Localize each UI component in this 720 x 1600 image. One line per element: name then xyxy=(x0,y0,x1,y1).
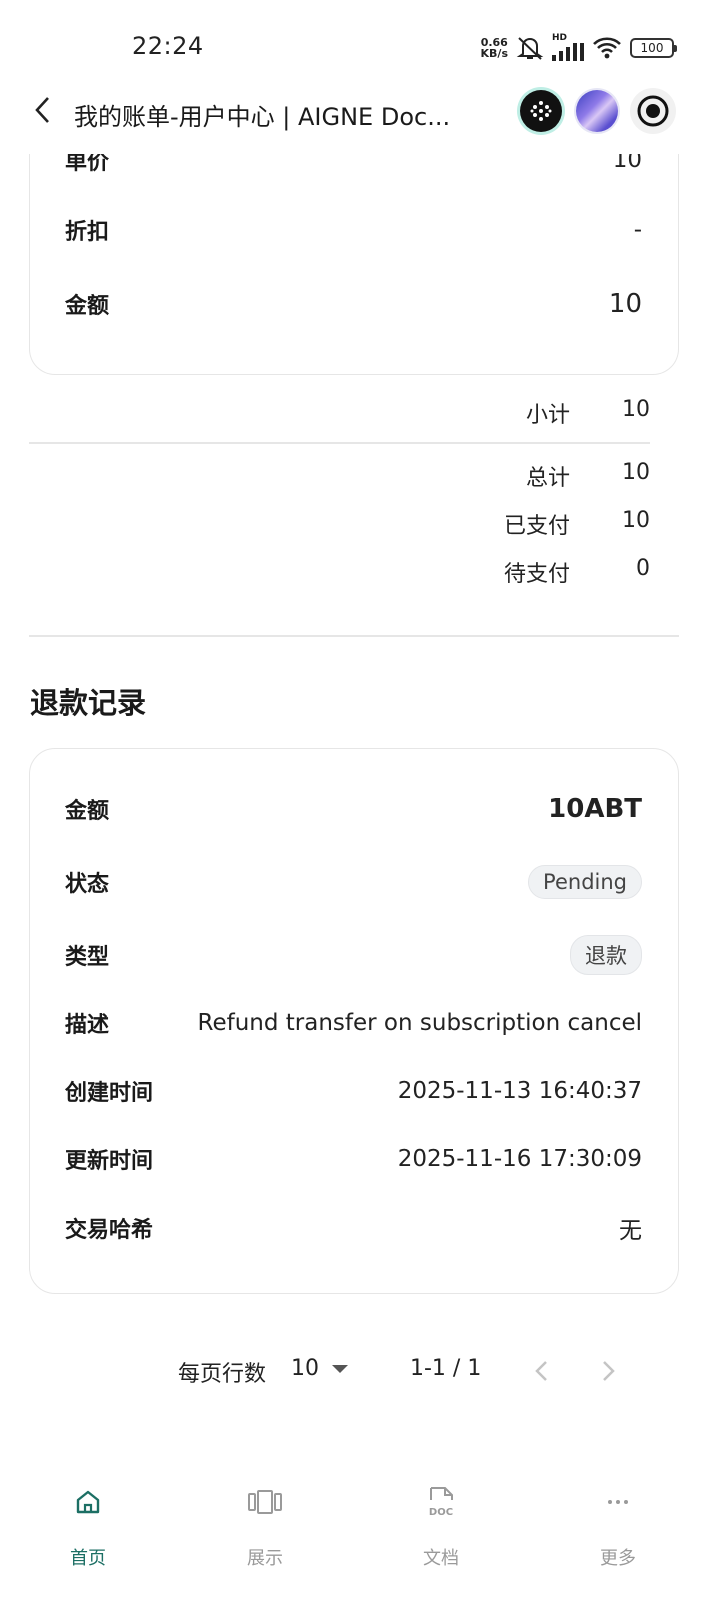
paid-label: 已支付 xyxy=(503,514,570,539)
due-row: 待支付 0 xyxy=(390,556,650,588)
total-label: 总计 xyxy=(525,466,570,491)
chevron-left-icon xyxy=(535,1361,547,1381)
refund-desc-value: Refund transfer on subscription cancel xyxy=(197,1010,642,1036)
record-icon xyxy=(637,95,669,127)
refund-updated-row: 更新时间 2025-11-16 17:30:09 xyxy=(65,1143,642,1175)
back-button[interactable] xyxy=(30,94,62,126)
refund-desc-label: 描述 xyxy=(65,1013,110,1038)
app-header: 我的账单-用户中心 | AIGNE Doc... xyxy=(0,80,720,154)
refund-type-label: 类型 xyxy=(65,945,110,970)
next-page-button[interactable] xyxy=(594,1356,624,1386)
status-badge: Pending xyxy=(528,865,642,899)
subtotal-label: 小计 xyxy=(525,403,570,428)
refund-hash-value: 无 xyxy=(619,1218,642,1244)
page-title: 我的账单-用户中心 | AIGNE Doc... xyxy=(74,103,451,131)
paid-row: 已支付 10 xyxy=(390,508,650,540)
subtotal-row: 小计 10 xyxy=(390,397,650,429)
dots-grid-icon xyxy=(530,101,552,121)
pagination: 每页行数 10 1-1 / 1 xyxy=(0,1350,720,1394)
summary-divider xyxy=(29,442,650,444)
rows-per-page-value: 10 xyxy=(291,1356,319,1381)
app-logo-button[interactable] xyxy=(520,90,562,132)
discount-row: 折扣 - xyxy=(65,214,642,246)
rows-per-page-label: 每页行数 xyxy=(178,1362,267,1387)
chevron-right-icon xyxy=(603,1361,615,1381)
amount-row: 金额 10 xyxy=(65,288,642,320)
due-value: 0 xyxy=(636,556,650,581)
paid-value: 10 xyxy=(622,508,650,533)
chevron-left-icon xyxy=(35,97,49,123)
refund-status-row: 状态 Pending xyxy=(65,865,642,899)
refund-section-title: 退款记录 xyxy=(30,686,147,720)
refund-hash-label: 交易哈希 xyxy=(65,1218,154,1243)
section-divider xyxy=(29,635,679,637)
refund-created-label: 创建时间 xyxy=(65,1081,154,1106)
page-range: 1-1 / 1 xyxy=(410,1356,482,1381)
refund-desc-row: 描述 Refund transfer on subscription cance… xyxy=(65,1007,642,1039)
discount-label: 折扣 xyxy=(65,220,110,245)
caret-down-icon xyxy=(332,1364,348,1373)
refund-updated-value: 2025-11-16 17:30:09 xyxy=(397,1146,642,1172)
refund-created-row: 创建时间 2025-11-13 16:40:37 xyxy=(65,1075,642,1107)
rows-per-page-select[interactable]: 10 xyxy=(291,1356,349,1381)
refund-updated-label: 更新时间 xyxy=(65,1149,154,1174)
total-row: 总计 10 xyxy=(390,460,650,492)
total-value: 10 xyxy=(622,460,650,485)
prev-page-button[interactable] xyxy=(526,1356,556,1386)
due-label: 待支付 xyxy=(503,562,570,587)
refund-type-row: 类型 退款 xyxy=(65,935,642,975)
refund-record-card: 金额 10ABT 状态 Pending 类型 退款 描述 Refund tran… xyxy=(29,748,679,1294)
subtotal-value: 10 xyxy=(622,397,650,422)
discount-value: - xyxy=(633,217,642,243)
amount-label: 金额 xyxy=(65,294,110,319)
page-content: 单价 10 折扣 - 金额 10 小计 10 总计 10 已支付 10 待支付 … xyxy=(0,0,720,1600)
refund-amount-value: 10ABT xyxy=(548,794,642,824)
amount-value: 10 xyxy=(608,289,642,319)
refund-created-value: 2025-11-13 16:40:37 xyxy=(397,1078,642,1104)
record-button[interactable] xyxy=(630,88,676,134)
refund-amount-row: 金额 10ABT xyxy=(65,793,642,825)
refund-hash-row: 交易哈希 无 xyxy=(65,1211,642,1245)
refund-status-label: 状态 xyxy=(65,872,110,897)
avatar[interactable] xyxy=(576,90,618,132)
type-badge: 退款 xyxy=(570,935,642,975)
refund-amount-label: 金额 xyxy=(65,799,110,824)
